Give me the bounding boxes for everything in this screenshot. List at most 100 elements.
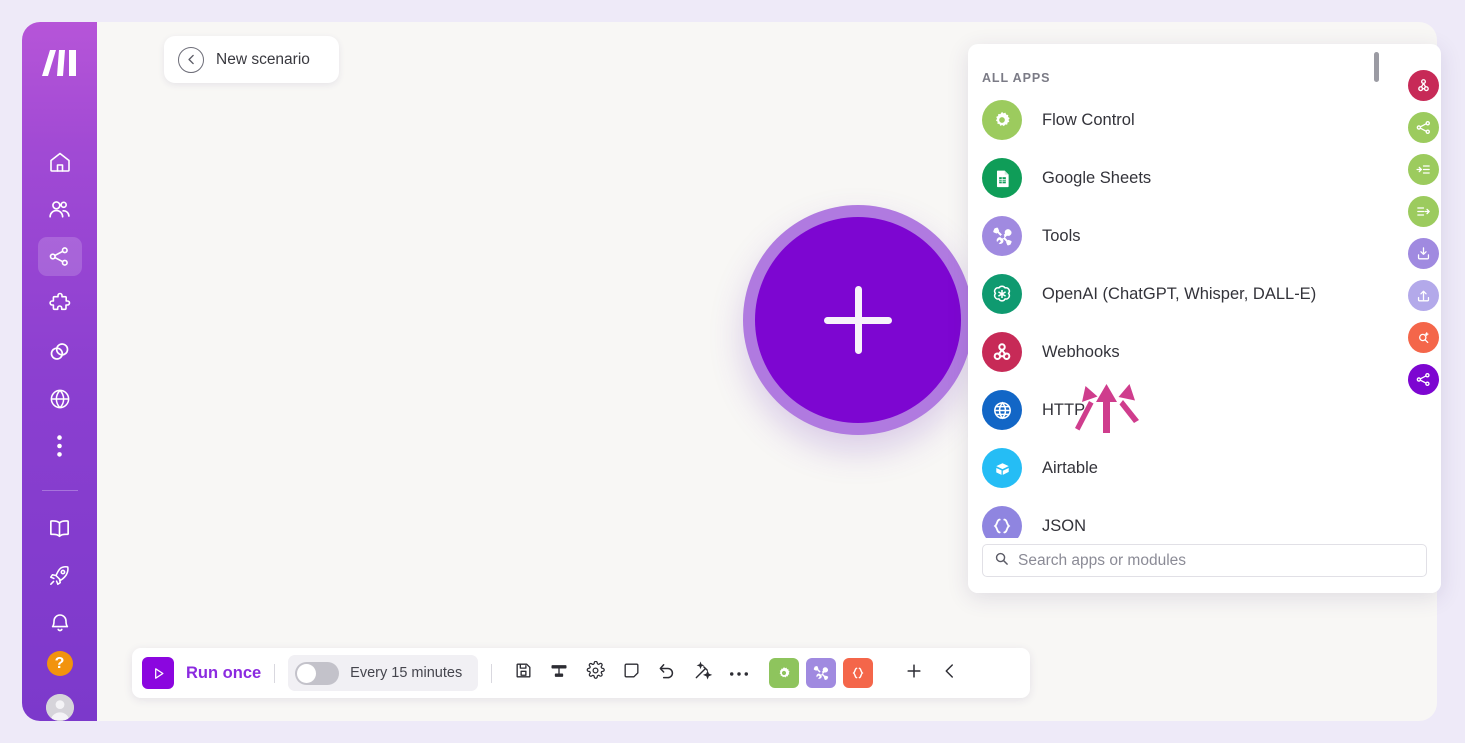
search-section xyxy=(968,538,1441,593)
align-button[interactable] xyxy=(541,655,577,691)
sidebar-item-templates[interactable] xyxy=(38,285,82,323)
app-label: OpenAI (ChatGPT, Whisper, DALL-E) xyxy=(1042,284,1317,303)
collapse-panel-button[interactable] xyxy=(932,655,968,691)
magic-wand-icon xyxy=(693,660,713,686)
app-label: Flow Control xyxy=(1042,110,1135,129)
sidebar-item-notifications[interactable] xyxy=(38,604,82,642)
help-question-icon[interactable]: ? xyxy=(46,651,73,677)
sidebar-item-connections[interactable] xyxy=(38,332,82,370)
json-shortcut[interactable] xyxy=(843,658,874,688)
book-icon xyxy=(47,516,72,541)
search-input[interactable] xyxy=(1018,551,1415,570)
sidebar-item-whats-new[interactable] xyxy=(38,556,82,594)
toolbar-divider-2 xyxy=(491,663,493,683)
sidebar-item-team[interactable] xyxy=(38,190,82,228)
app-row-flow-control[interactable]: Flow Control xyxy=(982,91,1441,149)
tools-icon xyxy=(982,216,1022,256)
schedule-switch[interactable] xyxy=(295,661,340,685)
google-sheets-icon xyxy=(982,158,1022,198)
tools-shortcut[interactable] xyxy=(806,658,837,688)
run-once-label: Run once xyxy=(186,663,262,682)
sidebar-divider xyxy=(41,490,78,492)
templates-puzzle-icon xyxy=(48,292,72,316)
sidebar-item-home[interactable] xyxy=(38,143,82,181)
schedule-switch-knob xyxy=(297,663,317,683)
app-root: New scenario ? ALL APPS Flow Control Goo… xyxy=(0,0,1465,743)
undo-button[interactable] xyxy=(649,655,685,691)
notes-button[interactable] xyxy=(613,655,649,691)
run-once-button[interactable]: Run once xyxy=(142,657,261,689)
sidebar-item-scenarios[interactable] xyxy=(37,237,82,276)
undo-icon xyxy=(657,661,677,686)
panel-scrollbar-thumb[interactable] xyxy=(1374,52,1379,82)
toolbar-divider xyxy=(274,663,276,683)
scenario-header-chip[interactable]: New scenario xyxy=(164,36,339,83)
plus-icon-vertical xyxy=(854,286,862,354)
plus-icon xyxy=(904,661,924,686)
scenario-title: New scenario xyxy=(216,50,310,68)
arrow-left-circle-icon[interactable] xyxy=(178,46,204,73)
more-button[interactable] xyxy=(721,655,757,691)
schedule-label: Every 15 minutes xyxy=(350,665,463,681)
app-row-tools[interactable]: Tools xyxy=(982,207,1441,265)
webhooks-rail-icon[interactable] xyxy=(1408,70,1439,101)
chevron-left-icon xyxy=(941,662,959,685)
rocket-icon xyxy=(47,563,72,588)
module-shortcut-rail xyxy=(1408,70,1439,395)
schedule-toggle[interactable]: Every 15 minutes xyxy=(288,655,479,691)
app-label: Google Sheets xyxy=(1042,168,1152,187)
upload-rail-icon[interactable] xyxy=(1408,280,1439,311)
auto-align-button[interactable] xyxy=(685,655,721,691)
gear-icon xyxy=(586,660,605,685)
bottom-toolbar: Run once Every 15 minutes xyxy=(132,648,1030,698)
iterator-rail-icon[interactable] xyxy=(1408,196,1439,227)
add-module-button-large[interactable] xyxy=(755,217,961,423)
home-icon xyxy=(48,150,72,174)
settings-button[interactable] xyxy=(577,655,613,691)
play-icon xyxy=(142,657,174,689)
flow-control-shortcut[interactable] xyxy=(769,658,800,688)
share-rail-icon[interactable] xyxy=(1408,364,1439,395)
app-label: JSON xyxy=(1042,516,1087,535)
download-rail-icon[interactable] xyxy=(1408,238,1439,269)
save-disk-icon xyxy=(514,661,533,685)
app-row-openai[interactable]: OpenAI (ChatGPT, Whisper, DALL-E) xyxy=(982,265,1441,323)
search-box[interactable] xyxy=(982,544,1427,577)
note-icon xyxy=(622,661,641,685)
search-rail-icon[interactable] xyxy=(1408,322,1439,353)
app-label: Webhooks xyxy=(1042,342,1120,361)
sidebar-item-docs[interactable] xyxy=(38,509,82,547)
all-apps-panel: ALL APPS Flow Control Google Sheets Tool… xyxy=(968,44,1441,593)
ellipsis-icon xyxy=(729,664,749,682)
add-module-circle[interactable] xyxy=(743,205,973,435)
left-sidebar: ? xyxy=(22,22,97,722)
app-label: Airtable xyxy=(1042,458,1098,477)
team-icon xyxy=(47,197,72,222)
app-label: HTTP xyxy=(1042,400,1086,419)
apps-list: Flow Control Google Sheets Tools OpenAI … xyxy=(968,91,1441,538)
app-row-airtable[interactable]: Airtable xyxy=(982,439,1441,497)
app-row-http[interactable]: HTTP xyxy=(982,381,1441,439)
webhooks-icon xyxy=(982,332,1022,372)
router-rail-icon[interactable] xyxy=(1408,112,1439,143)
flow-control-icon xyxy=(982,100,1022,140)
bell-icon xyxy=(48,611,72,635)
app-row-json[interactable]: JSON xyxy=(982,497,1441,538)
add-module-button[interactable] xyxy=(896,655,932,691)
connections-link-icon xyxy=(47,339,72,364)
openai-icon xyxy=(982,274,1022,314)
app-row-google-sheets[interactable]: Google Sheets xyxy=(982,149,1441,207)
more-dots-icon xyxy=(57,435,62,457)
sidebar-item-more[interactable] xyxy=(38,427,82,465)
webhooks-globe-icon xyxy=(48,387,72,411)
sidebar-item-webhooks[interactable] xyxy=(38,379,82,417)
scenarios-icon xyxy=(48,245,71,268)
aggregator-rail-icon[interactable] xyxy=(1408,154,1439,185)
user-avatar-icon[interactable] xyxy=(45,694,74,722)
make-logo-icon[interactable] xyxy=(37,46,83,81)
save-button[interactable] xyxy=(505,655,541,691)
help-label: ? xyxy=(54,654,65,672)
app-row-webhooks[interactable]: Webhooks xyxy=(982,323,1441,381)
app-label: Tools xyxy=(1042,226,1081,245)
http-icon xyxy=(982,390,1022,430)
